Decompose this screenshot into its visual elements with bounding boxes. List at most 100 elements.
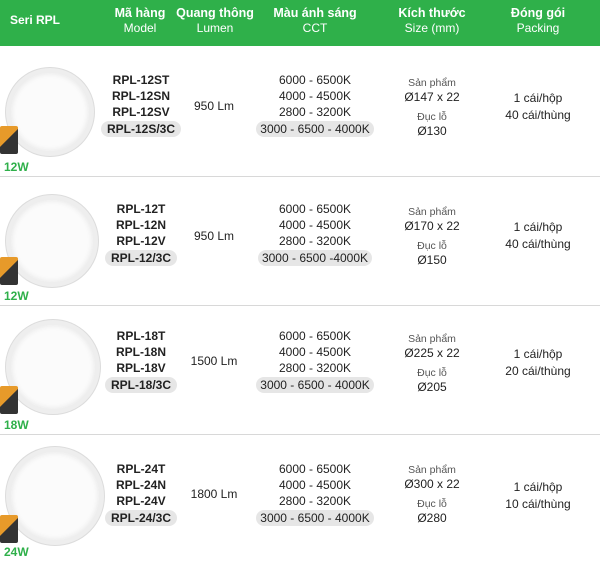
cutout-label: Đục lỗ <box>417 498 447 510</box>
product-size-label: Sản phẩm <box>408 464 456 476</box>
model-list: RPL-18T RPL-18N RPL-18V RPL-18/3C <box>98 328 184 393</box>
cct-value: 2800 - 3200K <box>278 494 352 508</box>
wattage-label: 18W <box>4 418 29 432</box>
header-model: Mã hàng Model <box>100 6 180 36</box>
wattage-label: 24W <box>4 545 29 559</box>
model-code: RPL-12ST <box>112 73 170 87</box>
size-info: Sản phẩm Ø147 x 22 Đục lỗ Ø130 <box>390 76 474 144</box>
header-size-vi: Kích thước <box>398 6 466 20</box>
cct-value: 2800 - 3200K <box>278 361 352 375</box>
cutout-value: Ø280 <box>417 511 447 525</box>
product-size-value: Ø300 x 22 <box>404 477 460 491</box>
cct-value: 4000 - 4500K <box>278 89 352 103</box>
model-code: RPL-12V <box>116 234 166 248</box>
pack-per-box: 1 cái/hộp <box>513 220 563 234</box>
cct-combo-badge: 3000 - 6500 - 4000K <box>256 510 374 526</box>
downlight-image <box>6 68 94 156</box>
model-combo-badge: RPL-12/3C <box>104 250 178 266</box>
model-combo-badge: RPL-12S/3C <box>100 121 182 137</box>
pack-per-box: 1 cái/hộp <box>513 480 563 494</box>
pack-per-box: 1 cái/hộp <box>513 347 563 361</box>
lumen-value: 950 Lm <box>193 99 235 113</box>
product-box-image <box>0 515 18 543</box>
header-lumen-en: Lumen <box>196 21 234 35</box>
lumen-value: 1800 Lm <box>190 487 238 501</box>
cct-value: 2800 - 3200K <box>278 234 352 248</box>
size-info: Sản phẩm Ø225 x 22 Đục lỗ Ø205 <box>390 332 474 400</box>
cutout-label: Đục lỗ <box>417 240 447 252</box>
size-info: Sản phẩm Ø300 x 22 Đục lỗ Ø280 <box>390 463 474 531</box>
model-code: RPL-12T <box>116 202 166 216</box>
pack-per-carton: 10 cái/thùng <box>505 497 571 511</box>
model-code: RPL-18T <box>116 329 166 343</box>
table-row: 18W RPL-18T RPL-18N RPL-18V RPL-18/3C 15… <box>0 306 600 434</box>
packing-info: 1 cái/hộp 40 cái/thùng <box>486 90 590 124</box>
product-size-value: Ø170 x 22 <box>404 219 460 233</box>
table-header: Seri RPL Mã hàng Model Quang thông Lumen… <box>0 0 600 46</box>
size-info: Sản phẩm Ø170 x 22 Đục lỗ Ø150 <box>390 205 474 273</box>
table-row: 12W RPL-12ST RPL-12SN RPL-12SV RPL-12S/3… <box>0 48 600 176</box>
model-list: RPL-12ST RPL-12SN RPL-12SV RPL-12S/3C <box>98 72 184 137</box>
header-cct: Màu ánh sáng CCT <box>255 6 375 36</box>
pack-per-carton: 40 cái/thùng <box>505 237 571 251</box>
packing-info: 1 cái/hộp 20 cái/thùng <box>486 346 590 380</box>
cutout-value: Ø205 <box>417 380 447 394</box>
downlight-image <box>6 320 100 414</box>
model-code: RPL-18V <box>116 361 166 375</box>
header-model-vi: Mã hàng <box>114 6 166 20</box>
product-box-image <box>0 386 18 414</box>
lumen-value: 950 Lm <box>193 229 235 243</box>
product-box-image <box>0 257 18 285</box>
product-size-label: Sản phẩm <box>408 333 456 345</box>
model-code: RPL-18N <box>115 345 166 359</box>
cct-value: 4000 - 4500K <box>278 218 352 232</box>
cct-combo-badge: 3000 - 6500 - 4000K <box>256 377 374 393</box>
cct-combo-badge: 3000 - 6500 - 4000K <box>256 121 374 137</box>
cct-value: 6000 - 6500K <box>278 73 352 87</box>
cct-value: 6000 - 6500K <box>278 462 352 476</box>
pack-per-carton: 20 cái/thùng <box>505 364 571 378</box>
header-cct-vi: Màu ánh sáng <box>273 6 357 20</box>
model-combo-badge: RPL-24/3C <box>104 510 178 526</box>
series-label: Seri RPL <box>10 13 61 27</box>
cct-value: 4000 - 4500K <box>278 345 352 359</box>
model-list: RPL-12T RPL-12N RPL-12V RPL-12/3C <box>98 201 184 266</box>
header-model-en: Model <box>123 21 157 35</box>
model-list: RPL-24T RPL-24N RPL-24V RPL-24/3C <box>98 461 184 526</box>
header-size-en: Size (mm) <box>404 21 460 35</box>
lumen-value: 1500 Lm <box>190 354 238 368</box>
header-cct-en: CCT <box>302 21 328 35</box>
header-lumen: Quang thông Lumen <box>172 6 258 36</box>
cct-value: 6000 - 6500K <box>278 329 352 343</box>
model-code: RPL-24N <box>115 478 166 492</box>
table-row: 12W RPL-12T RPL-12N RPL-12V RPL-12/3C 95… <box>0 177 600 305</box>
packing-info: 1 cái/hộp 10 cái/thùng <box>486 479 590 513</box>
product-size-label: Sản phẩm <box>408 77 456 89</box>
cct-value: 4000 - 4500K <box>278 478 352 492</box>
header-pack-vi: Đóng gói <box>510 6 566 20</box>
model-code: RPL-12SN <box>111 89 170 103</box>
cutout-value: Ø150 <box>417 253 447 267</box>
product-box-image <box>0 126 18 154</box>
cct-combo-badge: 3000 - 6500 -4000K <box>257 250 373 266</box>
table-row: 24W RPL-24T RPL-24N RPL-24V RPL-24/3C 18… <box>0 435 600 564</box>
pack-per-box: 1 cái/hộp <box>513 91 563 105</box>
header-size: Kích thước Size (mm) <box>388 6 476 36</box>
cct-list: 6000 - 6500K 4000 - 4500K 2800 - 3200K 3… <box>250 72 380 137</box>
model-code: RPL-24V <box>116 494 166 508</box>
model-code: RPL-12N <box>115 218 166 232</box>
cutout-label: Đục lỗ <box>417 111 447 123</box>
model-combo-badge: RPL-18/3C <box>104 377 178 393</box>
cct-value: 6000 - 6500K <box>278 202 352 216</box>
model-code: RPL-24T <box>116 462 166 476</box>
pack-per-carton: 40 cái/thùng <box>505 108 571 122</box>
downlight-image <box>6 195 98 287</box>
wattage-label: 12W <box>4 160 29 174</box>
cutout-value: Ø130 <box>417 124 447 138</box>
header-lumen-vi: Quang thông <box>176 6 254 20</box>
packing-info: 1 cái/hộp 40 cái/thùng <box>486 219 590 253</box>
model-code: RPL-12SV <box>112 105 170 119</box>
product-size-label: Sản phẩm <box>408 206 456 218</box>
product-size-value: Ø225 x 22 <box>404 346 460 360</box>
header-pack: Đóng gói Packing <box>492 6 584 36</box>
